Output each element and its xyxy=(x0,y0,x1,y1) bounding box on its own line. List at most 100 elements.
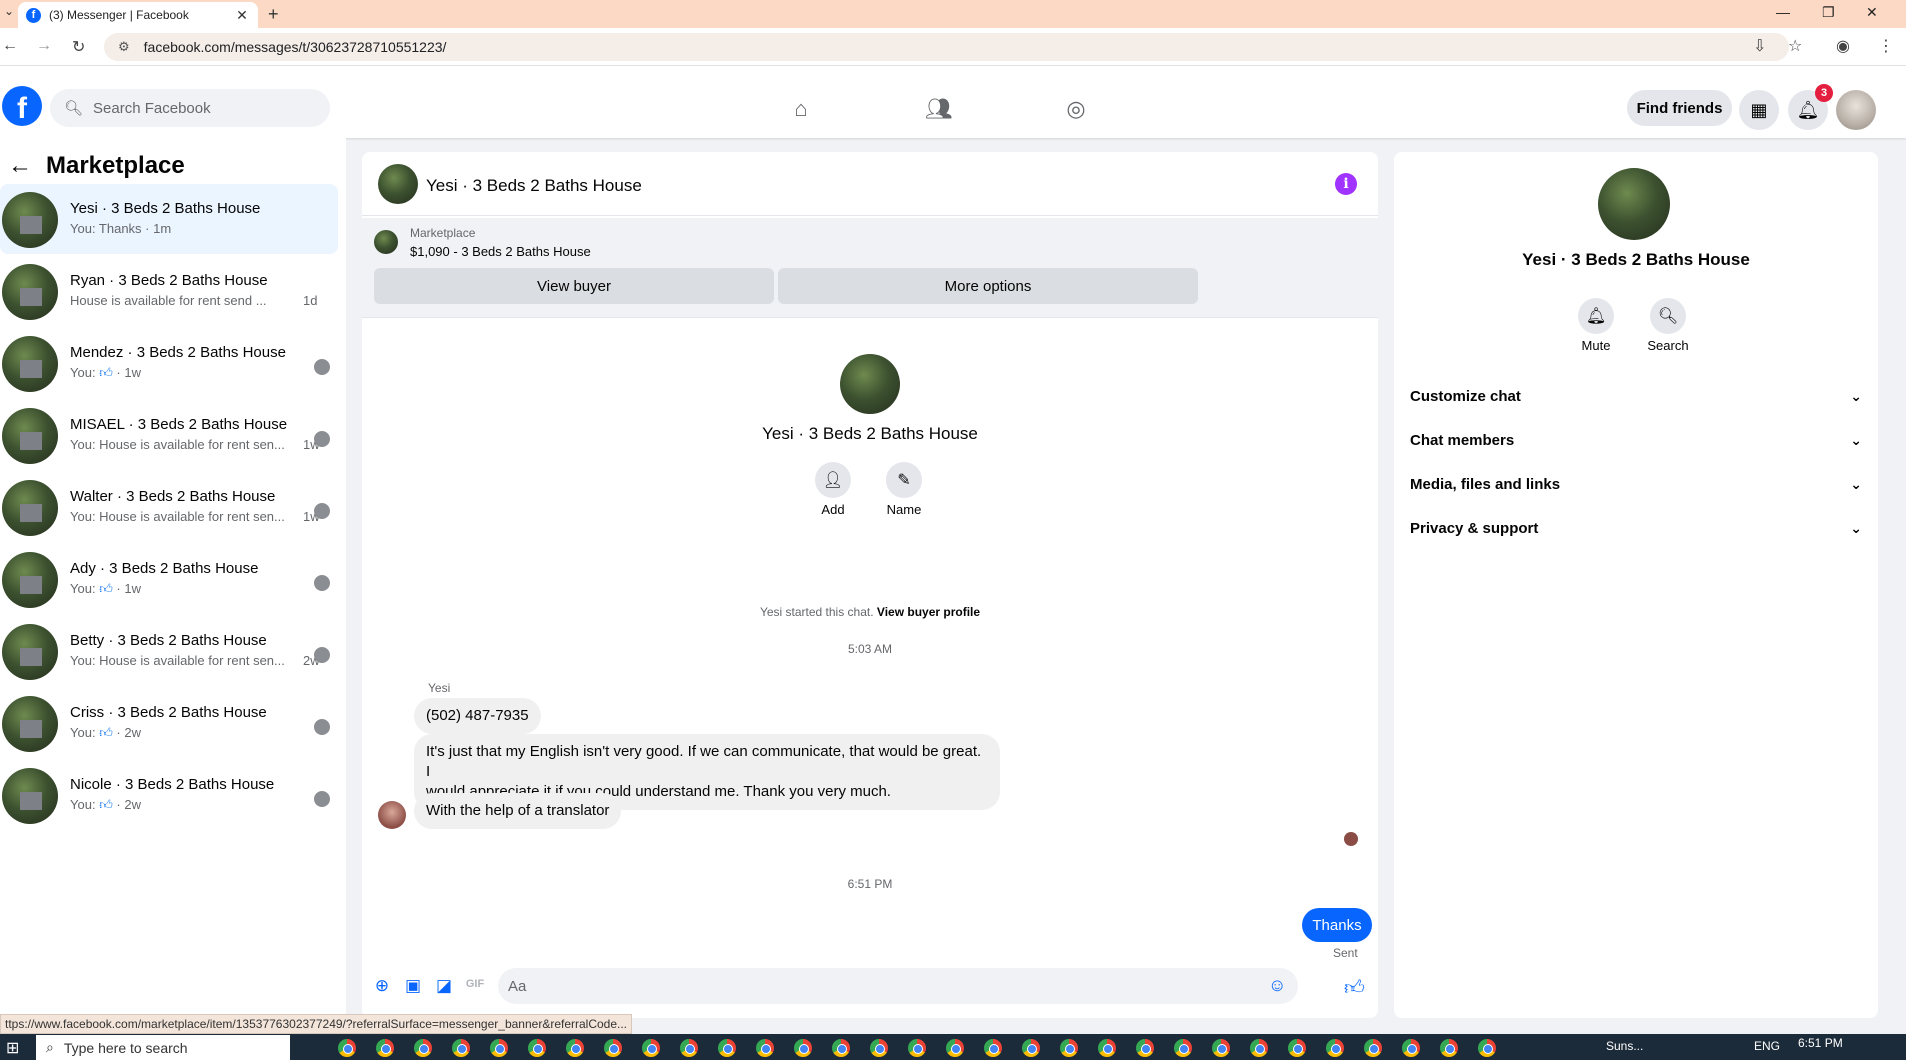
view-buyer-button[interactable]: View buyer xyxy=(374,268,774,304)
find-friends-button[interactable]: Find friends xyxy=(1627,90,1732,126)
section-media-files-links[interactable]: Media, files and links ⌄ xyxy=(1410,466,1862,502)
chat-header-avatar[interactable] xyxy=(378,164,418,204)
window-close-icon[interactable]: ✕ xyxy=(1866,4,1878,21)
windows-start-icon[interactable]: ⊞ xyxy=(6,1038,19,1058)
friends-icon[interactable]: 👥︎ xyxy=(925,96,953,124)
tab-close-icon[interactable]: ✕ xyxy=(234,7,250,24)
listing-thumbnail[interactable] xyxy=(374,230,398,254)
groups-icon[interactable]: ◎ xyxy=(1062,96,1090,124)
taskbar-chrome-icon[interactable] xyxy=(1098,1039,1116,1057)
conversation-row[interactable]: Yesi · 3 Beds 2 Baths House You: Thanks ·… xyxy=(0,184,338,254)
conversation-row[interactable]: Walter · 3 Beds 2 Baths House You: House … xyxy=(0,472,338,542)
message-bubble-phone[interactable]: (502) 487-7935 xyxy=(414,698,541,734)
sticker-icon[interactable]: ◪ xyxy=(434,976,454,996)
home-icon[interactable]: ⌂ xyxy=(787,96,815,124)
taskbar-chrome-icon[interactable] xyxy=(642,1039,660,1057)
profile-icon[interactable]: ◉ xyxy=(1836,36,1850,56)
taskbar-chrome-icon[interactable] xyxy=(338,1039,356,1057)
view-buyer-profile-link[interactable]: View buyer profile xyxy=(877,605,980,619)
weather-text[interactable]: Suns... xyxy=(1606,1039,1643,1053)
conversation-row[interactable]: MISAEL · 3 Beds 2 Baths House You: House … xyxy=(0,400,338,470)
back-arrow-icon[interactable]: ← xyxy=(8,152,32,180)
conversation-name: MISAEL · 3 Beds 2 Baths House xyxy=(70,416,288,433)
photo-icon[interactable]: ▣ xyxy=(403,976,423,996)
taskbar-chrome-icon[interactable] xyxy=(604,1039,622,1057)
taskbar-chrome-icon[interactable] xyxy=(1250,1039,1268,1057)
taskbar-chrome-icon[interactable] xyxy=(946,1039,964,1057)
taskbar-chrome-icon[interactable] xyxy=(832,1039,850,1057)
taskbar-chrome-icon[interactable] xyxy=(452,1039,470,1057)
taskbar-chrome-icon[interactable] xyxy=(870,1039,888,1057)
section-customize-chat[interactable]: Customize chat ⌄ xyxy=(1410,378,1862,414)
new-tab-icon[interactable]: + xyxy=(268,4,279,25)
chat-title[interactable]: Yesi · 3 Beds 2 Baths House xyxy=(426,176,642,196)
search-placeholder: Search Facebook xyxy=(93,99,211,117)
conversation-name: Yesi · 3 Beds 2 Baths House xyxy=(70,200,261,217)
url-bar[interactable]: ⚙ facebook.com/messages/t/30623728710551… xyxy=(104,33,1789,61)
taskbar-chrome-icon[interactable] xyxy=(490,1039,508,1057)
taskbar-chrome-icon[interactable] xyxy=(1288,1039,1306,1057)
menu-grid-icon[interactable]: ▦ xyxy=(1739,90,1779,130)
taskbar-chrome-icon[interactable] xyxy=(1212,1039,1230,1057)
add-person-icon[interactable]: 👤︎ xyxy=(815,462,851,498)
taskbar-chrome-icon[interactable] xyxy=(1022,1039,1040,1057)
emoji-icon[interactable]: ☺ xyxy=(1268,975,1286,996)
taskbar-chrome-icon[interactable] xyxy=(528,1039,546,1057)
info-icon[interactable]: i xyxy=(1335,173,1357,195)
taskbar-clock[interactable]: 6:51 PM xyxy=(1798,1036,1843,1050)
taskbar-chrome-icon[interactable] xyxy=(794,1039,812,1057)
browser-menu-icon[interactable]: ⋮ xyxy=(1878,36,1894,56)
section-privacy-support[interactable]: Privacy & support ⌄ xyxy=(1410,510,1862,546)
facebook-search-input[interactable]: 🔍︎ Search Facebook xyxy=(50,89,330,127)
facebook-logo-icon[interactable]: f xyxy=(2,86,42,126)
sender-avatar[interactable] xyxy=(378,801,406,829)
reload-icon[interactable]: ↻ xyxy=(72,37,85,57)
taskbar-search-input[interactable]: ⌕ Type here to search xyxy=(36,1035,290,1060)
gif-icon[interactable]: GIF xyxy=(465,978,485,998)
listing-price-title[interactable]: $1,090 - 3 Beds 2 Baths House xyxy=(410,244,591,259)
tab-list-chevron-icon[interactable]: ⌄ xyxy=(4,4,14,18)
bookmark-star-icon[interactable]: ☆ xyxy=(1788,36,1802,56)
message-input[interactable]: Aa ☺ xyxy=(498,968,1298,1004)
restore-icon[interactable]: ❐ xyxy=(1822,4,1835,21)
conversation-row[interactable]: Ady · 3 Beds 2 Baths House You: 👍︎ · 1w xyxy=(0,544,338,614)
browser-tab-messenger[interactable]: f (3) Messenger | Facebook ✕ xyxy=(18,2,258,28)
taskbar-chrome-icon[interactable] xyxy=(1478,1039,1496,1057)
taskbar-chrome-icon[interactable] xyxy=(984,1039,1002,1057)
conversation-row[interactable]: Betty · 3 Beds 2 Baths House You: House i… xyxy=(0,616,338,686)
conversation-row[interactable]: Mendez · 3 Beds 2 Baths House You: 👍︎ · 1… xyxy=(0,328,338,398)
taskbar-chrome-icon[interactable] xyxy=(1402,1039,1420,1057)
taskbar-chrome-icon[interactable] xyxy=(756,1039,774,1057)
plus-circle-icon[interactable]: ⊕ xyxy=(372,976,392,996)
taskbar-chrome-icon[interactable] xyxy=(680,1039,698,1057)
taskbar-chrome-icon[interactable] xyxy=(414,1039,432,1057)
forward-icon[interactable]: → xyxy=(36,37,52,55)
language-indicator[interactable]: ENG xyxy=(1754,1039,1780,1053)
account-avatar[interactable] xyxy=(1836,90,1876,130)
section-chat-members[interactable]: Chat members ⌄ xyxy=(1410,422,1862,458)
my-message-bubble[interactable]: Thanks xyxy=(1302,908,1372,942)
taskbar-chrome-icon[interactable] xyxy=(1440,1039,1458,1057)
install-app-icon[interactable]: ⇩ xyxy=(1753,36,1766,56)
taskbar-chrome-icon[interactable] xyxy=(566,1039,584,1057)
taskbar-chrome-icon[interactable] xyxy=(718,1039,736,1057)
edit-name-icon[interactable]: ✎ xyxy=(886,462,922,498)
conversation-row[interactable]: Criss · 3 Beds 2 Baths House You: 👍︎ · 2w xyxy=(0,688,338,758)
message-bubble-translator[interactable]: With the help of a translator xyxy=(414,793,622,829)
minimize-icon[interactable]: — xyxy=(1776,4,1790,20)
back-icon[interactable]: ← xyxy=(2,37,18,55)
like-thumb-icon[interactable]: 👍︎ xyxy=(1344,976,1365,999)
search-conversation-icon[interactable]: 🔍︎ xyxy=(1650,298,1686,334)
taskbar-chrome-icon[interactable] xyxy=(1364,1039,1382,1057)
taskbar-chrome-icon[interactable] xyxy=(1136,1039,1154,1057)
taskbar-chrome-icon[interactable] xyxy=(908,1039,926,1057)
taskbar-chrome-icon[interactable] xyxy=(1060,1039,1078,1057)
more-options-button[interactable]: More options xyxy=(778,268,1198,304)
site-info-icon[interactable]: ⚙ xyxy=(118,39,130,55)
taskbar-chrome-icon[interactable] xyxy=(1174,1039,1192,1057)
taskbar-chrome-icon[interactable] xyxy=(1326,1039,1344,1057)
mute-bell-icon[interactable]: 🔔︎ xyxy=(1578,298,1614,334)
conversation-row[interactable]: Nicole · 3 Beds 2 Baths House You: 👍︎ · 2… xyxy=(0,760,338,830)
taskbar-chrome-icon[interactable] xyxy=(376,1039,394,1057)
conversation-row[interactable]: Ryan · 3 Beds 2 Baths House House is avai… xyxy=(0,256,338,326)
